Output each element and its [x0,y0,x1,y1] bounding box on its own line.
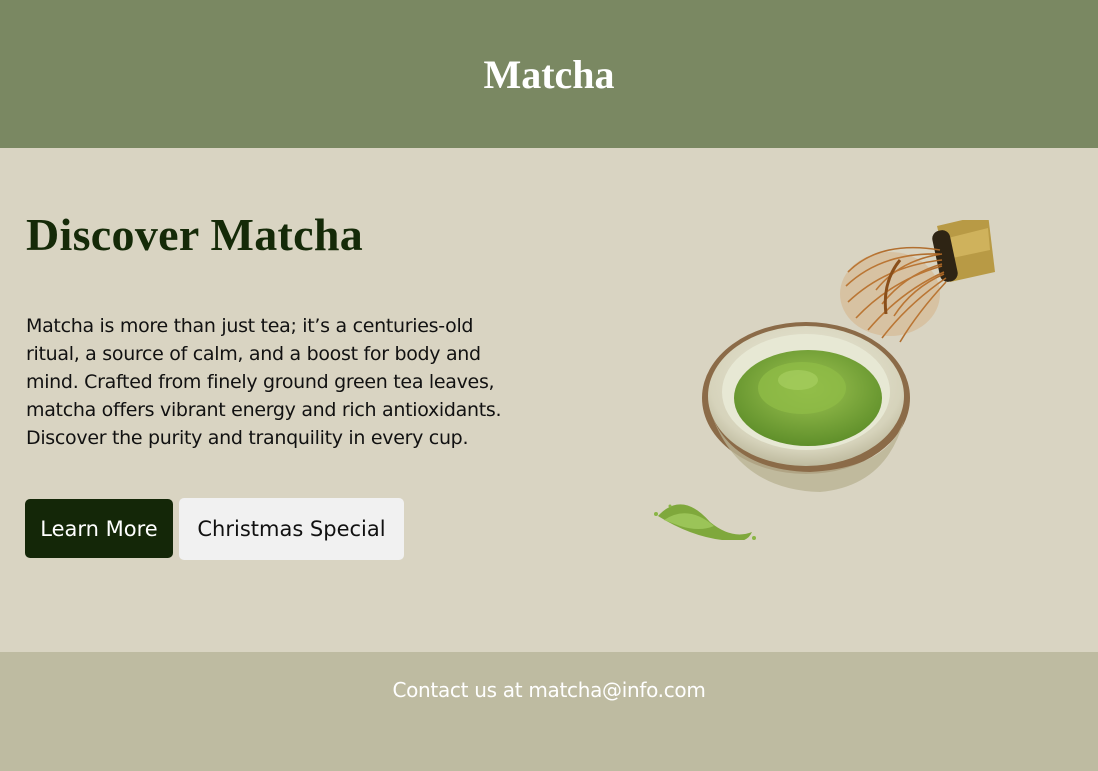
hero-description: Matcha is more than just tea; it’s a cen… [26,315,502,449]
site-header: Matcha [0,0,1098,148]
learn-more-button[interactable]: Learn More [25,499,173,558]
hero-section: Discover Matcha Matcha is more than just… [0,148,1098,652]
bowl-icon [702,322,910,492]
site-title: Matcha [483,51,615,97]
site-footer: Contact us at matcha@info.com [0,652,1098,771]
matcha-bowl-image [654,220,995,540]
contact-text: Contact us at matcha@info.com [392,678,706,702]
powder-pile-icon [654,504,756,540]
hero-buttons: Learn More Christmas Special [25,498,404,560]
hero-heading: Discover Matcha [26,209,364,260]
whisk-icon [840,220,995,343]
christmas-special-button[interactable]: Christmas Special [179,498,404,560]
